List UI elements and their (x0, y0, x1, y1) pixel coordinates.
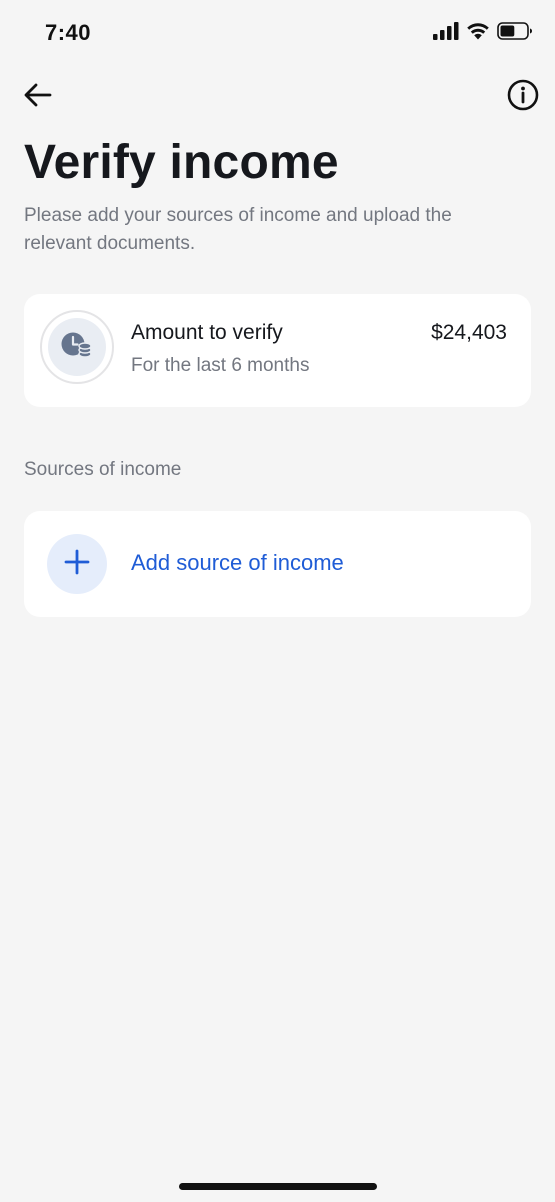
cellular-signal-icon (433, 22, 459, 45)
info-button[interactable] (501, 75, 545, 119)
wifi-icon (466, 22, 490, 45)
amount-value: $24,403 (431, 321, 507, 344)
amount-to-verify-label: Amount to verify (131, 321, 283, 344)
sources-section-label: Sources of income (24, 459, 182, 480)
home-indicator[interactable] (179, 1183, 377, 1190)
amount-to-verify-card: Amount to verify For the last 6 months $… (24, 294, 531, 407)
info-circle-icon (506, 78, 540, 117)
add-source-of-income-button[interactable]: Add source of income (24, 511, 531, 617)
page-subtitle: Please add your sources of income and up… (24, 205, 452, 254)
page-title: Verify income (24, 136, 339, 189)
back-button[interactable] (16, 75, 60, 119)
amount-period-label: For the last 6 months (131, 355, 310, 376)
add-source-label: Add source of income (131, 550, 344, 575)
status-time: 7:40 (45, 20, 92, 45)
arrow-left-icon (23, 82, 53, 113)
add-icon-badge (47, 534, 107, 594)
amount-icon-badge (40, 310, 114, 384)
plus-icon (64, 549, 90, 580)
battery-icon (497, 22, 533, 45)
clock-coins-icon (60, 330, 94, 365)
status-bar: 7:40 (0, 0, 555, 70)
status-icons (433, 22, 533, 45)
